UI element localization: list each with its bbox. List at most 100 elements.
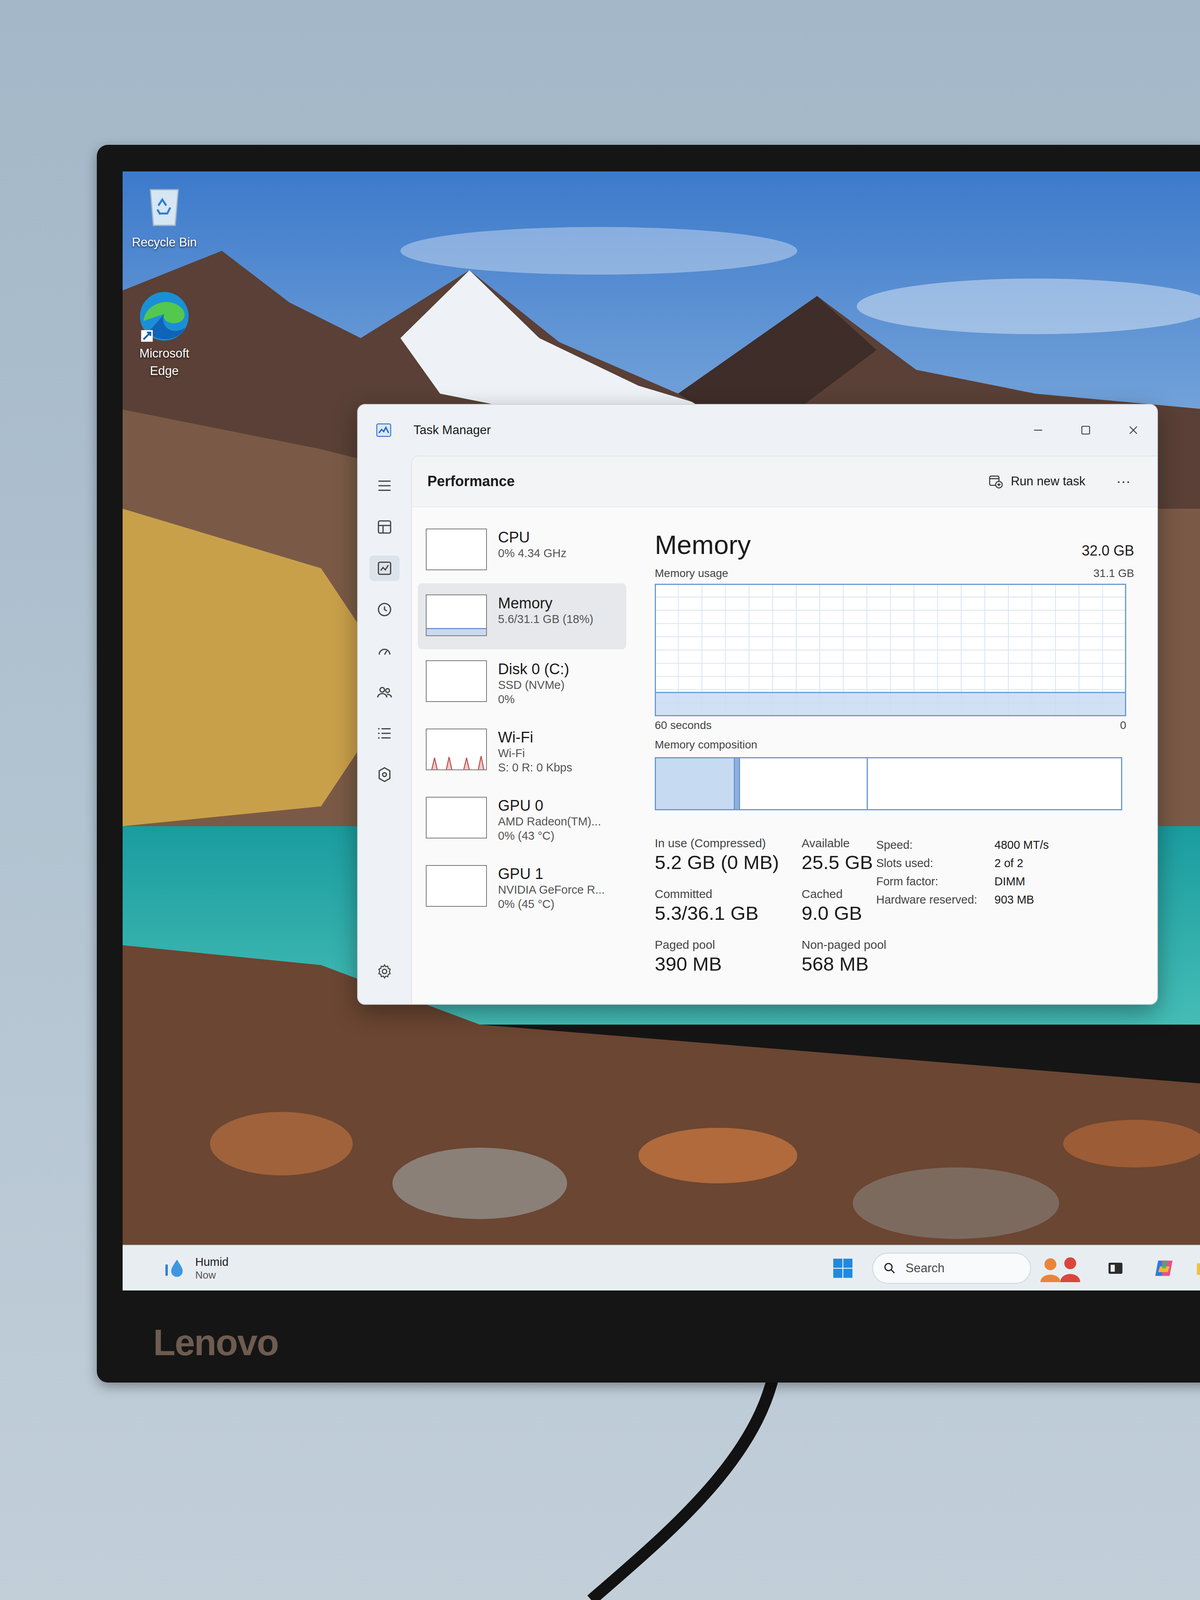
usage-axis: 60 seconds 0 bbox=[654, 718, 1127, 733]
grid-line bbox=[654, 649, 1127, 651]
spec-label: Form factor: bbox=[876, 872, 995, 891]
stat: Paged pool390 MB bbox=[654, 937, 802, 976]
thumbnail-border bbox=[426, 728, 487, 770]
nav-item[interactable] bbox=[369, 596, 400, 623]
device-thumbnail bbox=[425, 728, 487, 771]
copilot-icon[interactable] bbox=[1152, 1256, 1176, 1280]
gear-icon bbox=[375, 962, 394, 981]
desktop: Recycle Bin Microsoft Edge bbox=[122, 171, 1200, 1245]
users-icon bbox=[375, 682, 394, 702]
device-item[interactable]: Disk 0 (C:)SSD (NVMe)0% bbox=[417, 649, 627, 718]
spec-value: 4800 MT/s bbox=[994, 835, 1049, 854]
weather-title: Humid bbox=[195, 1255, 229, 1269]
run-new-task-button[interactable]: Run new task bbox=[982, 469, 1091, 494]
stat-value: 5.2 GB (0 MB) bbox=[654, 850, 802, 874]
window-title: Task Manager bbox=[413, 422, 491, 439]
device-detail: Wi-Fi bbox=[498, 746, 573, 761]
stat-label: Available bbox=[801, 835, 877, 851]
device-text: Memory5.6/31.1 GB (18%) bbox=[498, 594, 594, 627]
nav-item[interactable] bbox=[369, 638, 400, 664]
maximize-button[interactable] bbox=[1061, 414, 1110, 447]
more-button[interactable]: ··· bbox=[1113, 473, 1134, 490]
memory-usage-graph bbox=[654, 583, 1127, 717]
close-button[interactable] bbox=[1109, 414, 1158, 447]
nav-rail bbox=[357, 455, 412, 1004]
services-icon bbox=[375, 765, 394, 784]
nav-item[interactable] bbox=[369, 761, 400, 788]
device-detail: SSD (NVMe) bbox=[498, 677, 570, 693]
startup-icon bbox=[375, 641, 394, 660]
task-view-icon[interactable] bbox=[1107, 1259, 1124, 1277]
spec-label: Speed: bbox=[876, 835, 995, 854]
device-detail: AMD Radeon(TM)... bbox=[498, 814, 601, 829]
thumbnail-area bbox=[425, 755, 487, 771]
stat-label: Committed bbox=[654, 886, 802, 902]
device-detail: NVIDIA GeForce R... bbox=[498, 882, 605, 897]
nav-item[interactable] bbox=[369, 679, 400, 705]
grid-line bbox=[654, 609, 1127, 611]
grid-line bbox=[654, 596, 1127, 598]
usage-labels: Memory usage 31.1 GB bbox=[654, 566, 1135, 581]
device-detail: 5.6/31.1 GB (18%) bbox=[498, 611, 594, 627]
axis-right-label: 0 bbox=[1119, 718, 1127, 733]
nav-item[interactable] bbox=[369, 555, 400, 581]
spec-value: DIMM bbox=[994, 872, 1049, 891]
spec-label: Slots used: bbox=[876, 853, 995, 873]
thumbnail-line bbox=[425, 755, 487, 771]
screen: Recycle Bin Microsoft Edge bbox=[122, 171, 1200, 1291]
minimize-button[interactable] bbox=[1014, 414, 1062, 447]
nav-item[interactable] bbox=[369, 473, 400, 499]
water-drop-icon bbox=[163, 1256, 187, 1280]
device-item[interactable]: GPU 0AMD Radeon(TM)...0% (43 °C) bbox=[417, 785, 627, 854]
desktop-icon-label: Microsoft Edge bbox=[130, 344, 199, 380]
device-name: Memory bbox=[498, 594, 594, 612]
people-icon[interactable] bbox=[1036, 1254, 1089, 1283]
minimize-icon bbox=[1032, 424, 1045, 437]
thumbnail-line bbox=[425, 628, 487, 630]
device-item[interactable]: Wi-FiWi-FiS: 0 R: 0 Kbps bbox=[417, 717, 627, 786]
detail-total: 32.0 GB bbox=[1081, 540, 1135, 561]
search-icon bbox=[882, 1261, 897, 1276]
device-text: GPU 1NVIDIA GeForce R...0% (45 °C) bbox=[498, 865, 605, 912]
usage-line bbox=[654, 691, 1127, 693]
desktop-icons: Recycle Bin Microsoft Edge bbox=[122, 183, 206, 380]
detail-title: Memory bbox=[654, 528, 751, 561]
folder-icon[interactable] bbox=[1195, 1258, 1200, 1279]
thumbnail-border bbox=[426, 660, 487, 702]
device-detail: S: 0 R: 0 Kbps bbox=[498, 760, 573, 775]
windows-start-icon[interactable] bbox=[831, 1256, 855, 1280]
weather-widget[interactable]: Humid Now bbox=[122, 1255, 832, 1282]
nav-item[interactable] bbox=[369, 514, 400, 540]
nav-item[interactable] bbox=[369, 720, 400, 747]
device-name: GPU 0 bbox=[498, 796, 601, 815]
settings-button[interactable] bbox=[369, 958, 400, 985]
details-icon bbox=[375, 724, 394, 743]
device-detail: 0% 4.34 GHz bbox=[498, 546, 567, 561]
stat: Available25.5 GB bbox=[801, 835, 877, 874]
performance-icon bbox=[375, 559, 394, 578]
device-item[interactable]: GPU 1NVIDIA GeForce R...0% (45 °C) bbox=[417, 853, 627, 923]
stat: In use (Compressed)5.2 GB (0 MB) bbox=[654, 835, 802, 874]
edge-shortcut[interactable]: Microsoft Edge bbox=[130, 288, 199, 380]
taskbar-search[interactable]: Search bbox=[872, 1252, 1031, 1284]
grid-line bbox=[654, 689, 1127, 691]
composition-segment bbox=[867, 758, 1122, 810]
device-detail: 0% (45 °C) bbox=[498, 896, 605, 912]
grid-line bbox=[654, 662, 1127, 664]
memory-detail: Memory 32.0 GB Memory usage 31.1 GB 60 s… bbox=[654, 507, 1135, 1004]
taskbar: Humid Now Search bbox=[122, 1244, 1200, 1291]
history-icon bbox=[375, 600, 394, 619]
weather-text: Humid Now bbox=[195, 1255, 229, 1282]
stats-grid: In use (Compressed)5.2 GB (0 MB)Availabl… bbox=[654, 835, 877, 976]
monitor-brand: Lenovo bbox=[153, 1322, 279, 1363]
device-item[interactable]: Memory5.6/31.1 GB (18%) bbox=[417, 583, 627, 650]
recycle-bin[interactable]: Recycle Bin bbox=[131, 183, 197, 250]
device-list: CPU0% 4.34 GHz Memory5.6/31.1 GB (18%) Dis… bbox=[417, 507, 627, 1004]
grid-line bbox=[654, 623, 1127, 624]
recycle-bin-icon bbox=[144, 183, 185, 228]
device-text: Disk 0 (C:)SSD (NVMe)0% bbox=[498, 660, 570, 707]
axis-left-label: 60 seconds bbox=[654, 718, 712, 733]
device-item[interactable]: CPU0% 4.34 GHz bbox=[417, 517, 627, 584]
stat-value: 5.3/36.1 GB bbox=[654, 901, 802, 925]
stat: Committed5.3/36.1 GB bbox=[654, 886, 802, 925]
